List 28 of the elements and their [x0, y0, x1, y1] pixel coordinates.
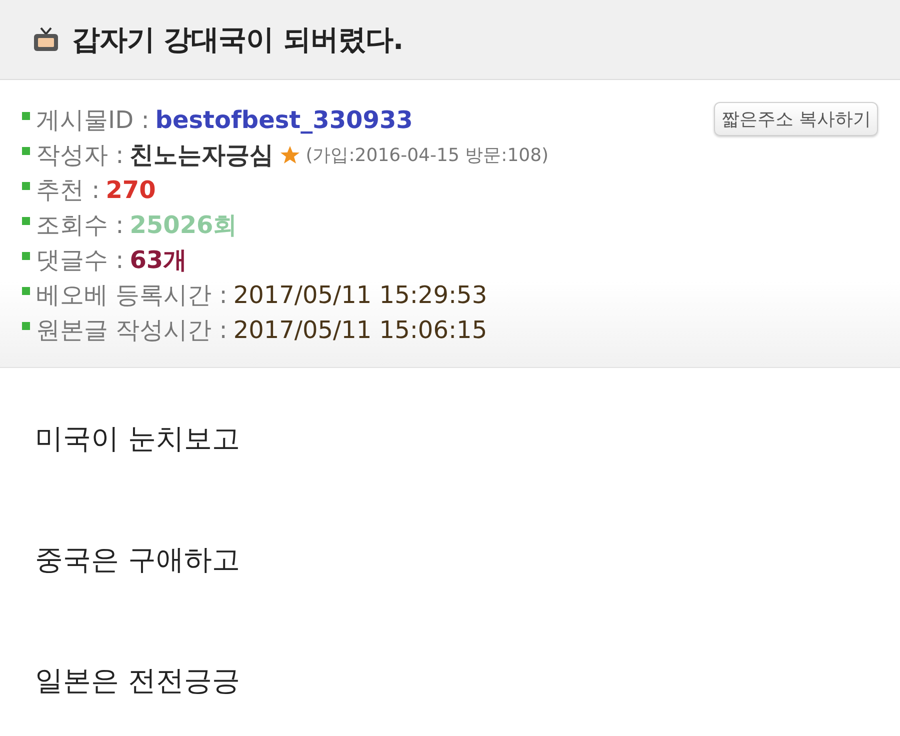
- info-value: 2017/05/11 15:29:53: [233, 280, 488, 308]
- copy-link-button[interactable]: 짧은주소 복사하기: [714, 102, 878, 136]
- post-title: 갑자기 강대국이 되버렸다.: [72, 22, 404, 58]
- info-label: 원본글 작성시간 :: [36, 314, 228, 346]
- info-label: 댓글수 :: [36, 244, 124, 276]
- bullet-icon: [22, 182, 30, 190]
- info-value: 270: [106, 176, 156, 204]
- info-label: 조회수 :: [36, 210, 124, 240]
- info-label: 추천 :: [36, 174, 100, 206]
- bullet-icon: [22, 322, 30, 330]
- info-value: 2017/05/11 15:06:15: [233, 316, 488, 344]
- bullet-icon: [22, 112, 30, 120]
- bullet-icon: [22, 252, 30, 260]
- info-label: 게시물ID :: [36, 104, 150, 136]
- body-text: 미국이 눈치보고: [35, 421, 241, 457]
- info-value: 25026회: [130, 210, 238, 240]
- body-text: 일본은 전전긍긍: [35, 663, 241, 699]
- info-value: 63개: [130, 244, 188, 276]
- join-info: (가입:2016-04-15 방문:108): [306, 144, 549, 166]
- info-label: 작성자 :: [36, 140, 124, 170]
- bullet-icon: [22, 216, 30, 224]
- info-value: 친노는자긍심: [130, 140, 274, 170]
- info-value: bestofbest_330933: [155, 106, 413, 134]
- bullet-icon: [22, 286, 30, 294]
- tv-icon: [32, 26, 60, 52]
- body-text: 중국은 구애하고: [35, 542, 241, 578]
- bullet-icon: [22, 146, 30, 154]
- info-label: 베오베 등록시간 :: [36, 280, 228, 310]
